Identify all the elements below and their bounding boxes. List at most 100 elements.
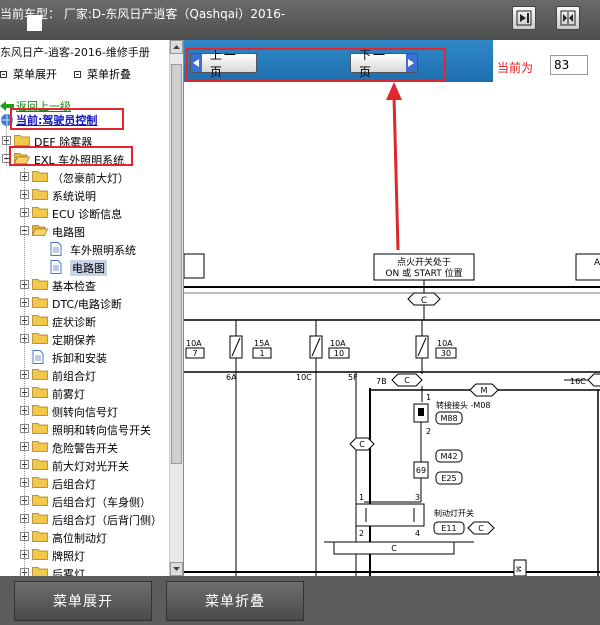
tree-item[interactable]: 后组合灯	[0, 474, 170, 492]
scroll-down-arrow[interactable]	[170, 562, 183, 576]
tree-item[interactable]: ECU 诊断信息	[0, 204, 170, 222]
highlight-current	[10, 108, 124, 130]
folder-icon	[32, 459, 48, 470]
tree-item[interactable]: 电路图	[0, 222, 170, 240]
tree-item-label: 电路图	[70, 260, 107, 276]
left-source-box	[184, 253, 205, 279]
tree-item[interactable]: 侧转向信号灯	[0, 402, 170, 420]
tree-item-label: 车外照明系统	[70, 244, 136, 257]
fuse2-no: 1	[259, 349, 264, 358]
document-icon	[50, 242, 62, 256]
fuse1-no: 7	[192, 349, 197, 358]
tree-item[interactable]: 牌照灯	[0, 546, 170, 564]
connector-m-bottom-label: M	[514, 566, 522, 572]
pin-16c: 16C	[570, 377, 586, 386]
tree-item[interactable]: 后雾灯	[0, 564, 170, 576]
dock-right-button[interactable]	[512, 6, 536, 30]
tree-item-label: 危险警告开关	[52, 442, 118, 455]
tree-item-label: 定期保养	[52, 334, 96, 347]
menu-expand-link[interactable]: 菜单展开	[0, 66, 57, 82]
tree-item[interactable]: 系统说明	[0, 186, 170, 204]
highlight-nav	[186, 48, 446, 82]
scroll-thumb[interactable]	[171, 64, 182, 464]
folder-icon	[32, 369, 48, 380]
fuse-group: 15A 1 10A 7 10A 10 10A 30	[185, 320, 457, 372]
diagram-viewer: 点火开关处于 ON 或 START 位置 A C 15A 1 10A 7 10A…	[184, 82, 600, 576]
split-view-button[interactable]	[556, 6, 580, 30]
tree-item[interactable]: 照明和转向信号开关	[0, 420, 170, 438]
tree-item-label: 前大灯对光开关	[52, 460, 129, 473]
folder-icon	[32, 207, 48, 218]
fuse4-no: 30	[441, 349, 451, 358]
bottom-expand-button[interactable]: 菜单展开	[14, 581, 152, 621]
folder-icon	[32, 171, 48, 182]
connector-c-bottom-label: C	[391, 544, 397, 553]
folder-icon	[32, 279, 48, 290]
folder-open-icon	[32, 225, 48, 236]
tree-item[interactable]: （忽豪前大灯）	[0, 168, 170, 186]
current-page-input[interactable]	[550, 55, 588, 75]
sidebar-scrollbar[interactable]	[169, 40, 183, 576]
tree-item[interactable]: 拆卸和安装	[0, 348, 170, 366]
tree-item[interactable]: 基本检查	[0, 276, 170, 294]
expand-icon	[0, 70, 7, 78]
folder-icon	[32, 405, 48, 416]
folder-icon	[32, 495, 48, 506]
tree-item-label: 系统说明	[52, 190, 96, 203]
pin2-a: 2	[426, 427, 431, 436]
folder-icon	[32, 513, 48, 524]
bottom-bar: 菜单展开 菜单折叠	[0, 576, 600, 625]
tree-item[interactable]: 电路图	[0, 258, 170, 276]
fuse3-no: 10	[334, 349, 344, 358]
tree-item[interactable]: 前雾灯	[0, 384, 170, 402]
tree-item[interactable]: 危险警告开关	[0, 438, 170, 456]
pin-5f: 5F	[348, 373, 358, 382]
pin3: 3	[415, 493, 420, 502]
fuse3-amp: 10A	[330, 339, 346, 348]
scroll-up-arrow[interactable]	[170, 40, 183, 54]
tree-item[interactable]: 定期保养	[0, 330, 170, 348]
tree-item[interactable]: 症状诊断	[0, 312, 170, 330]
tree-item[interactable]: 前组合灯	[0, 366, 170, 384]
tree-item-label: 前组合灯	[52, 370, 96, 383]
tree-item[interactable]: 后组合灯（车身侧）	[0, 492, 170, 510]
split-view-icon	[560, 10, 576, 26]
tree-item-label: 高位制动灯	[52, 532, 107, 545]
bottom-collapse-button[interactable]: 菜单折叠	[166, 581, 304, 621]
folder-icon	[32, 549, 48, 560]
folder-icon	[32, 477, 48, 488]
wiring-diagram: 点火开关处于 ON 或 START 位置 A C 15A 1 10A 7 10A…	[184, 82, 600, 576]
menu-collapse-label: 菜单折叠	[87, 68, 131, 81]
folder-icon	[32, 387, 48, 398]
tree-item[interactable]: 车外照明系统	[0, 240, 170, 258]
e11-label: E11	[441, 524, 456, 533]
tree-item-label: 前雾灯	[52, 388, 85, 401]
tree-item-label: 后组合灯	[52, 478, 96, 491]
tree-item-label: 基本检查	[52, 280, 96, 293]
current-page-label: 当前为	[497, 61, 534, 75]
ignition-line1: 点火开关处于	[397, 256, 451, 268]
m42-label: M42	[440, 452, 457, 461]
sidebar: 东风日产-逍客-2016-维修手册 菜单展开 菜单折叠 返回上一级 当前:驾驶员…	[0, 40, 184, 576]
app-icon	[27, 15, 42, 31]
tree-item[interactable]: 高位制动灯	[0, 528, 170, 546]
page-nav-bar: 上一页 下一页 当前为	[184, 40, 600, 82]
pin1-b: 1	[359, 493, 364, 502]
menu-collapse-link[interactable]: 菜单折叠	[74, 66, 131, 82]
bottom-collapse-label: 菜单折叠	[205, 594, 265, 610]
pin4: 4	[415, 529, 420, 538]
connector-c-top-label: C	[421, 296, 427, 306]
tree-item-label: 症状诊断	[52, 316, 96, 329]
tree-item[interactable]: 前大灯对光开关	[0, 456, 170, 474]
folder-icon	[32, 315, 48, 326]
right-source-label: A	[594, 258, 600, 268]
folder-icon	[32, 567, 48, 576]
tree-item[interactable]: DTC/电路诊断	[0, 294, 170, 312]
connector-c-7b-label: C	[404, 376, 410, 385]
connector-c-switch-label: C	[478, 524, 484, 533]
e25-label: E25	[441, 474, 456, 483]
tree-item-label: ECU 诊断信息	[52, 208, 123, 221]
collapse-icon	[74, 70, 81, 78]
tree-item[interactable]: 后组合灯（后背门侧）	[0, 510, 170, 528]
tree-item-label: 侧转向信号灯	[52, 406, 118, 419]
